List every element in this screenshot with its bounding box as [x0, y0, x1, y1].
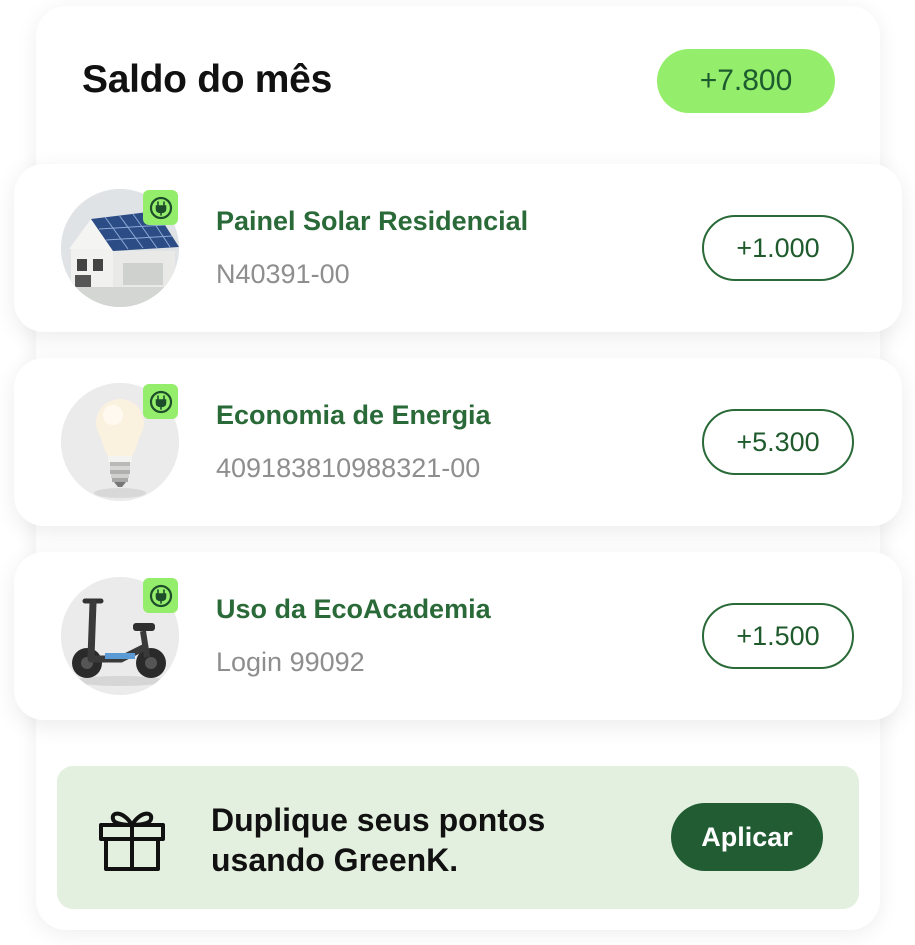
- apply-button[interactable]: Aplicar: [671, 803, 823, 871]
- gift-icon: [97, 803, 167, 873]
- points-badge: +1.000: [702, 215, 854, 281]
- promo-text: Duplique seus pontos usando GreenK.: [211, 800, 545, 880]
- promo-line-2: usando GreenK.: [211, 842, 459, 878]
- item-title: Economia de Energia: [216, 400, 491, 430]
- page-title: Saldo do mês: [82, 58, 332, 101]
- item-title: Uso da EcoAcademia: [216, 594, 491, 624]
- points-badge: +5.300: [702, 409, 854, 475]
- item-code: 409183810988321-00: [216, 453, 481, 483]
- item-code: Login 99092: [216, 647, 365, 677]
- total-balance-badge: +7.800: [657, 49, 835, 113]
- eco-plug-icon: [143, 190, 178, 225]
- promo-banner: Duplique seus pontos usando GreenK. Apli…: [57, 766, 859, 909]
- eco-plug-icon: [143, 384, 178, 419]
- promo-line-1: Duplique seus pontos: [211, 802, 546, 838]
- list-item[interactable]: Economia de Energia 409183810988321-00 +…: [14, 358, 902, 526]
- points-badge: +1.500: [702, 603, 854, 669]
- list-item[interactable]: Painel Solar Residencial N40391-00 +1.00…: [14, 164, 902, 332]
- eco-plug-icon: [143, 578, 178, 613]
- item-title: Painel Solar Residencial: [216, 206, 529, 236]
- item-code: N40391-00: [216, 259, 350, 289]
- list-item[interactable]: Uso da EcoAcademia Login 99092 +1.500: [14, 552, 902, 720]
